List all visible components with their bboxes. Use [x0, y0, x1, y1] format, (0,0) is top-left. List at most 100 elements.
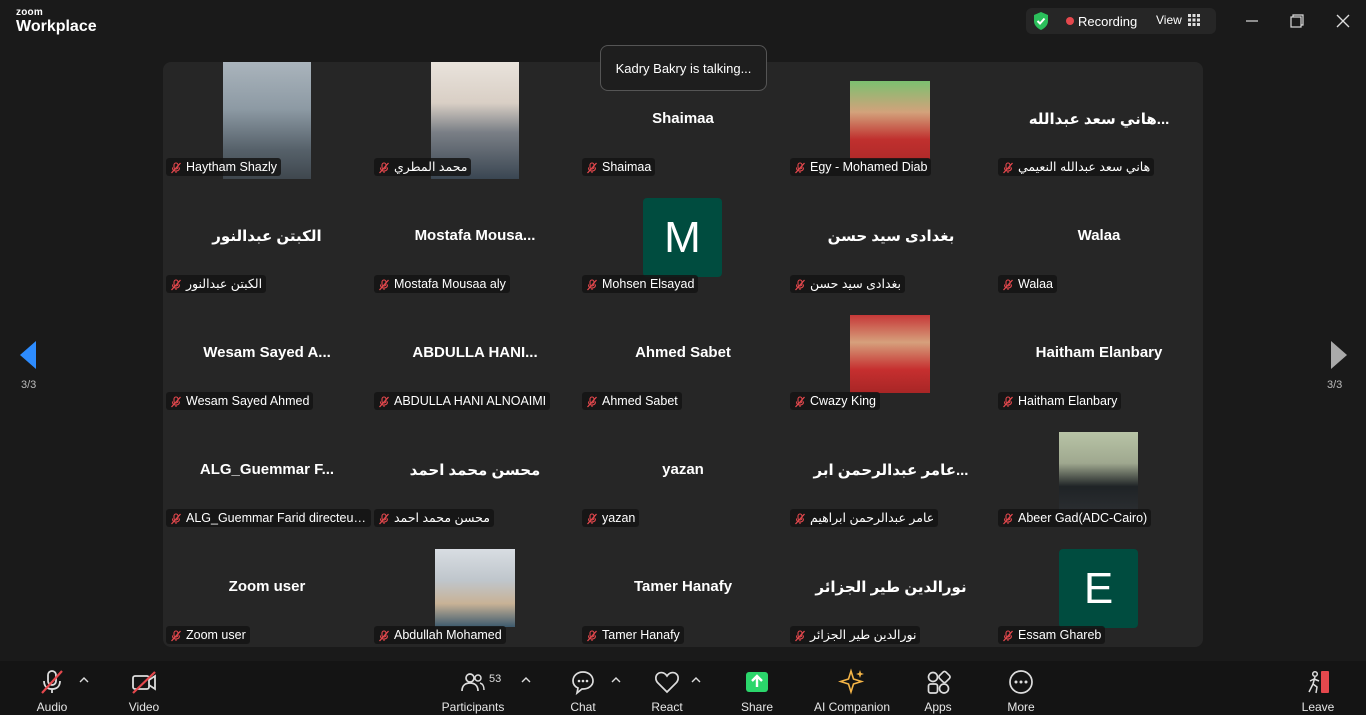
participant-name-text: Mostafa Mousaa aly	[394, 277, 506, 291]
share-screen-icon	[746, 672, 768, 692]
page-indicator-right: 3/3	[1327, 379, 1343, 391]
participant-tile[interactable]: Wesam Sayed A... Wesam Sayed Ahmed	[163, 296, 371, 413]
react-button[interactable]: React	[627, 668, 707, 714]
participant-name-text: Zoom user	[186, 628, 246, 642]
participant-tile[interactable]: M Mohsen Elsayad	[579, 179, 787, 296]
participant-name-label: ABDULLA HANI ALNOAIMI	[374, 392, 551, 410]
participant-name-label: Egy - Mohamed Diab	[790, 158, 932, 176]
participant-tile[interactable]: Zoom user Zoom user	[163, 530, 371, 647]
participant-name-text: Haitham Elanbary	[1018, 394, 1118, 408]
shield-check-icon[interactable]	[1032, 11, 1050, 31]
audio-options-caret-icon[interactable]	[79, 676, 89, 684]
participant-name-label: Abdullah Mohamed	[374, 626, 506, 644]
muted-mic-icon	[378, 278, 390, 291]
participant-name-label: Zoom user	[166, 626, 250, 644]
muted-mic-icon	[586, 512, 598, 525]
participant-name-text: نورالدين طير الجزائر	[810, 628, 917, 642]
participant-name-label: Walaa	[998, 275, 1057, 293]
participant-name-text: Egy - Mohamed Diab	[810, 160, 928, 174]
muted-mic-icon	[794, 629, 806, 642]
participant-tile[interactable]: محسن محمد احمد محسن محمد احمد	[371, 413, 579, 530]
more-label: More	[1007, 700, 1035, 714]
participant-tile[interactable]: هاني سعد عبدالله... هاني سعد عبدالله النع…	[995, 62, 1203, 179]
page-indicator-left: 3/3	[21, 379, 37, 391]
participant-name-label: محمد المطري	[374, 158, 472, 176]
participant-tile[interactable]: Abdullah Mohamed	[371, 530, 579, 647]
participant-name-label: Haytham Shazly	[166, 158, 282, 176]
muted-mic-icon	[378, 512, 390, 525]
participant-name-text: بغدادى سيد حسن	[810, 277, 902, 291]
participant-display-name: بغدادى سيد حسن	[827, 228, 955, 245]
participant-tile[interactable]: نورالدين طير الجزائر نورالدين طير الجزائر	[787, 530, 995, 647]
more-button[interactable]: More	[981, 668, 1061, 714]
muted-microphone-icon	[41, 670, 63, 694]
participant-tile[interactable]: E Essam Ghareb	[995, 530, 1203, 647]
recording-label[interactable]: Recording	[1078, 14, 1137, 29]
participant-tile[interactable]: Haitham Elanbary Haitham Elanbary	[995, 296, 1203, 413]
participant-tile[interactable]: عامر عبدالرحمن ابر... عامر عبدالرحمن ابرا…	[787, 413, 995, 530]
participant-name-text: عامر عبدالرحمن ابراهيم	[810, 511, 935, 525]
participant-tile[interactable]: ABDULLA HANI... ABDULLA HANI ALNOAIMI	[371, 296, 579, 413]
view-label: View	[1156, 13, 1182, 27]
share-label: Share	[740, 700, 774, 714]
participant-tile[interactable]: Egy - Mohamed Diab	[787, 62, 995, 179]
next-page-icon[interactable]	[1324, 338, 1354, 372]
participant-name-label: Wesam Sayed Ahmed	[166, 392, 314, 410]
participants-options-caret-icon[interactable]	[521, 676, 531, 684]
react-options-caret-icon[interactable]	[691, 676, 701, 684]
chat-options-caret-icon[interactable]	[611, 676, 621, 684]
avatar: E	[1059, 549, 1138, 628]
participant-name-label: عامر عبدالرحمن ابراهيم	[790, 509, 939, 527]
participant-tile[interactable]: محمد المطري	[371, 62, 579, 179]
apps-button[interactable]: Apps	[898, 668, 978, 714]
participant-tile[interactable]: Haytham Shazly	[163, 62, 371, 179]
participant-name-text: yazan	[602, 511, 636, 525]
participant-tile[interactable]: بغدادى سيد حسن بغدادى سيد حسن	[787, 179, 995, 296]
participant-display-name: Wesam Sayed A...	[203, 344, 331, 361]
previous-page-icon[interactable]	[14, 338, 44, 372]
participant-name-text: الكبتن عبدالنور	[186, 277, 263, 291]
participant-display-name: Shaimaa	[652, 110, 714, 127]
muted-mic-icon	[378, 629, 390, 642]
participant-tile[interactable]: ALG_Guemmar F... ALG_Guemmar Farid direct…	[163, 413, 371, 530]
participant-tile[interactable]: Cwazy King	[787, 296, 995, 413]
profile-photo	[850, 315, 930, 393]
video-off-icon	[132, 671, 156, 694]
participant-tile[interactable]: Walaa Walaa	[995, 179, 1203, 296]
participant-name-label: نورالدين طير الجزائر	[790, 626, 921, 644]
participant-display-name: Tamer Hanafy	[633, 578, 733, 595]
participant-tile[interactable]: Mostafa Mousa... Mostafa Mousaa aly	[371, 179, 579, 296]
muted-mic-icon	[794, 161, 806, 174]
participant-tile[interactable]: Tamer Hanafy Tamer Hanafy	[579, 530, 787, 647]
participant-name-label: ALG_Guemmar Farid directeur...	[166, 509, 371, 527]
ai-companion-button[interactable]: AI Companion	[812, 668, 892, 714]
muted-mic-icon	[586, 629, 598, 642]
active-speaker-toast: Kadry Bakry is talking...	[600, 45, 767, 91]
restore-icon[interactable]	[1288, 12, 1306, 30]
participant-tile[interactable]: الكبتن عبدالنور الكبتن عبدالنور	[163, 179, 371, 296]
video-button[interactable]: Video	[104, 668, 184, 714]
participant-name-label: yazan	[582, 509, 640, 527]
participant-display-name: ABDULLA HANI...	[412, 344, 538, 361]
participant-name-text: Shaimaa	[602, 160, 652, 174]
participant-tile[interactable]: Abeer Gad(ADC-Cairo)	[995, 413, 1203, 530]
muted-mic-icon	[378, 161, 390, 174]
view-button[interactable]: View	[1156, 13, 1200, 27]
recording-dot-icon	[1066, 17, 1074, 25]
muted-mic-icon	[1002, 512, 1014, 525]
leave-button[interactable]: Leave	[1278, 668, 1358, 714]
participant-tile[interactable]: Ahmed Sabet Ahmed Sabet	[579, 296, 787, 413]
grid-icon	[1187, 14, 1200, 26]
close-icon[interactable]	[1334, 12, 1352, 30]
chat-button[interactable]: Chat	[543, 668, 623, 714]
minimize-icon[interactable]	[1243, 12, 1261, 30]
react-label: React	[651, 700, 683, 714]
audio-button[interactable]: Audio	[12, 668, 92, 714]
muted-mic-icon	[1002, 278, 1014, 291]
participant-tile[interactable]: yazan yazan	[579, 413, 787, 530]
participant-name-text: Ahmed Sabet	[602, 394, 678, 408]
heart-icon	[655, 671, 679, 694]
share-button[interactable]: Share	[717, 668, 797, 714]
participant-name-text: Wesam Sayed Ahmed	[186, 394, 310, 408]
participant-display-name: Haitham Elanbary	[1035, 344, 1163, 361]
